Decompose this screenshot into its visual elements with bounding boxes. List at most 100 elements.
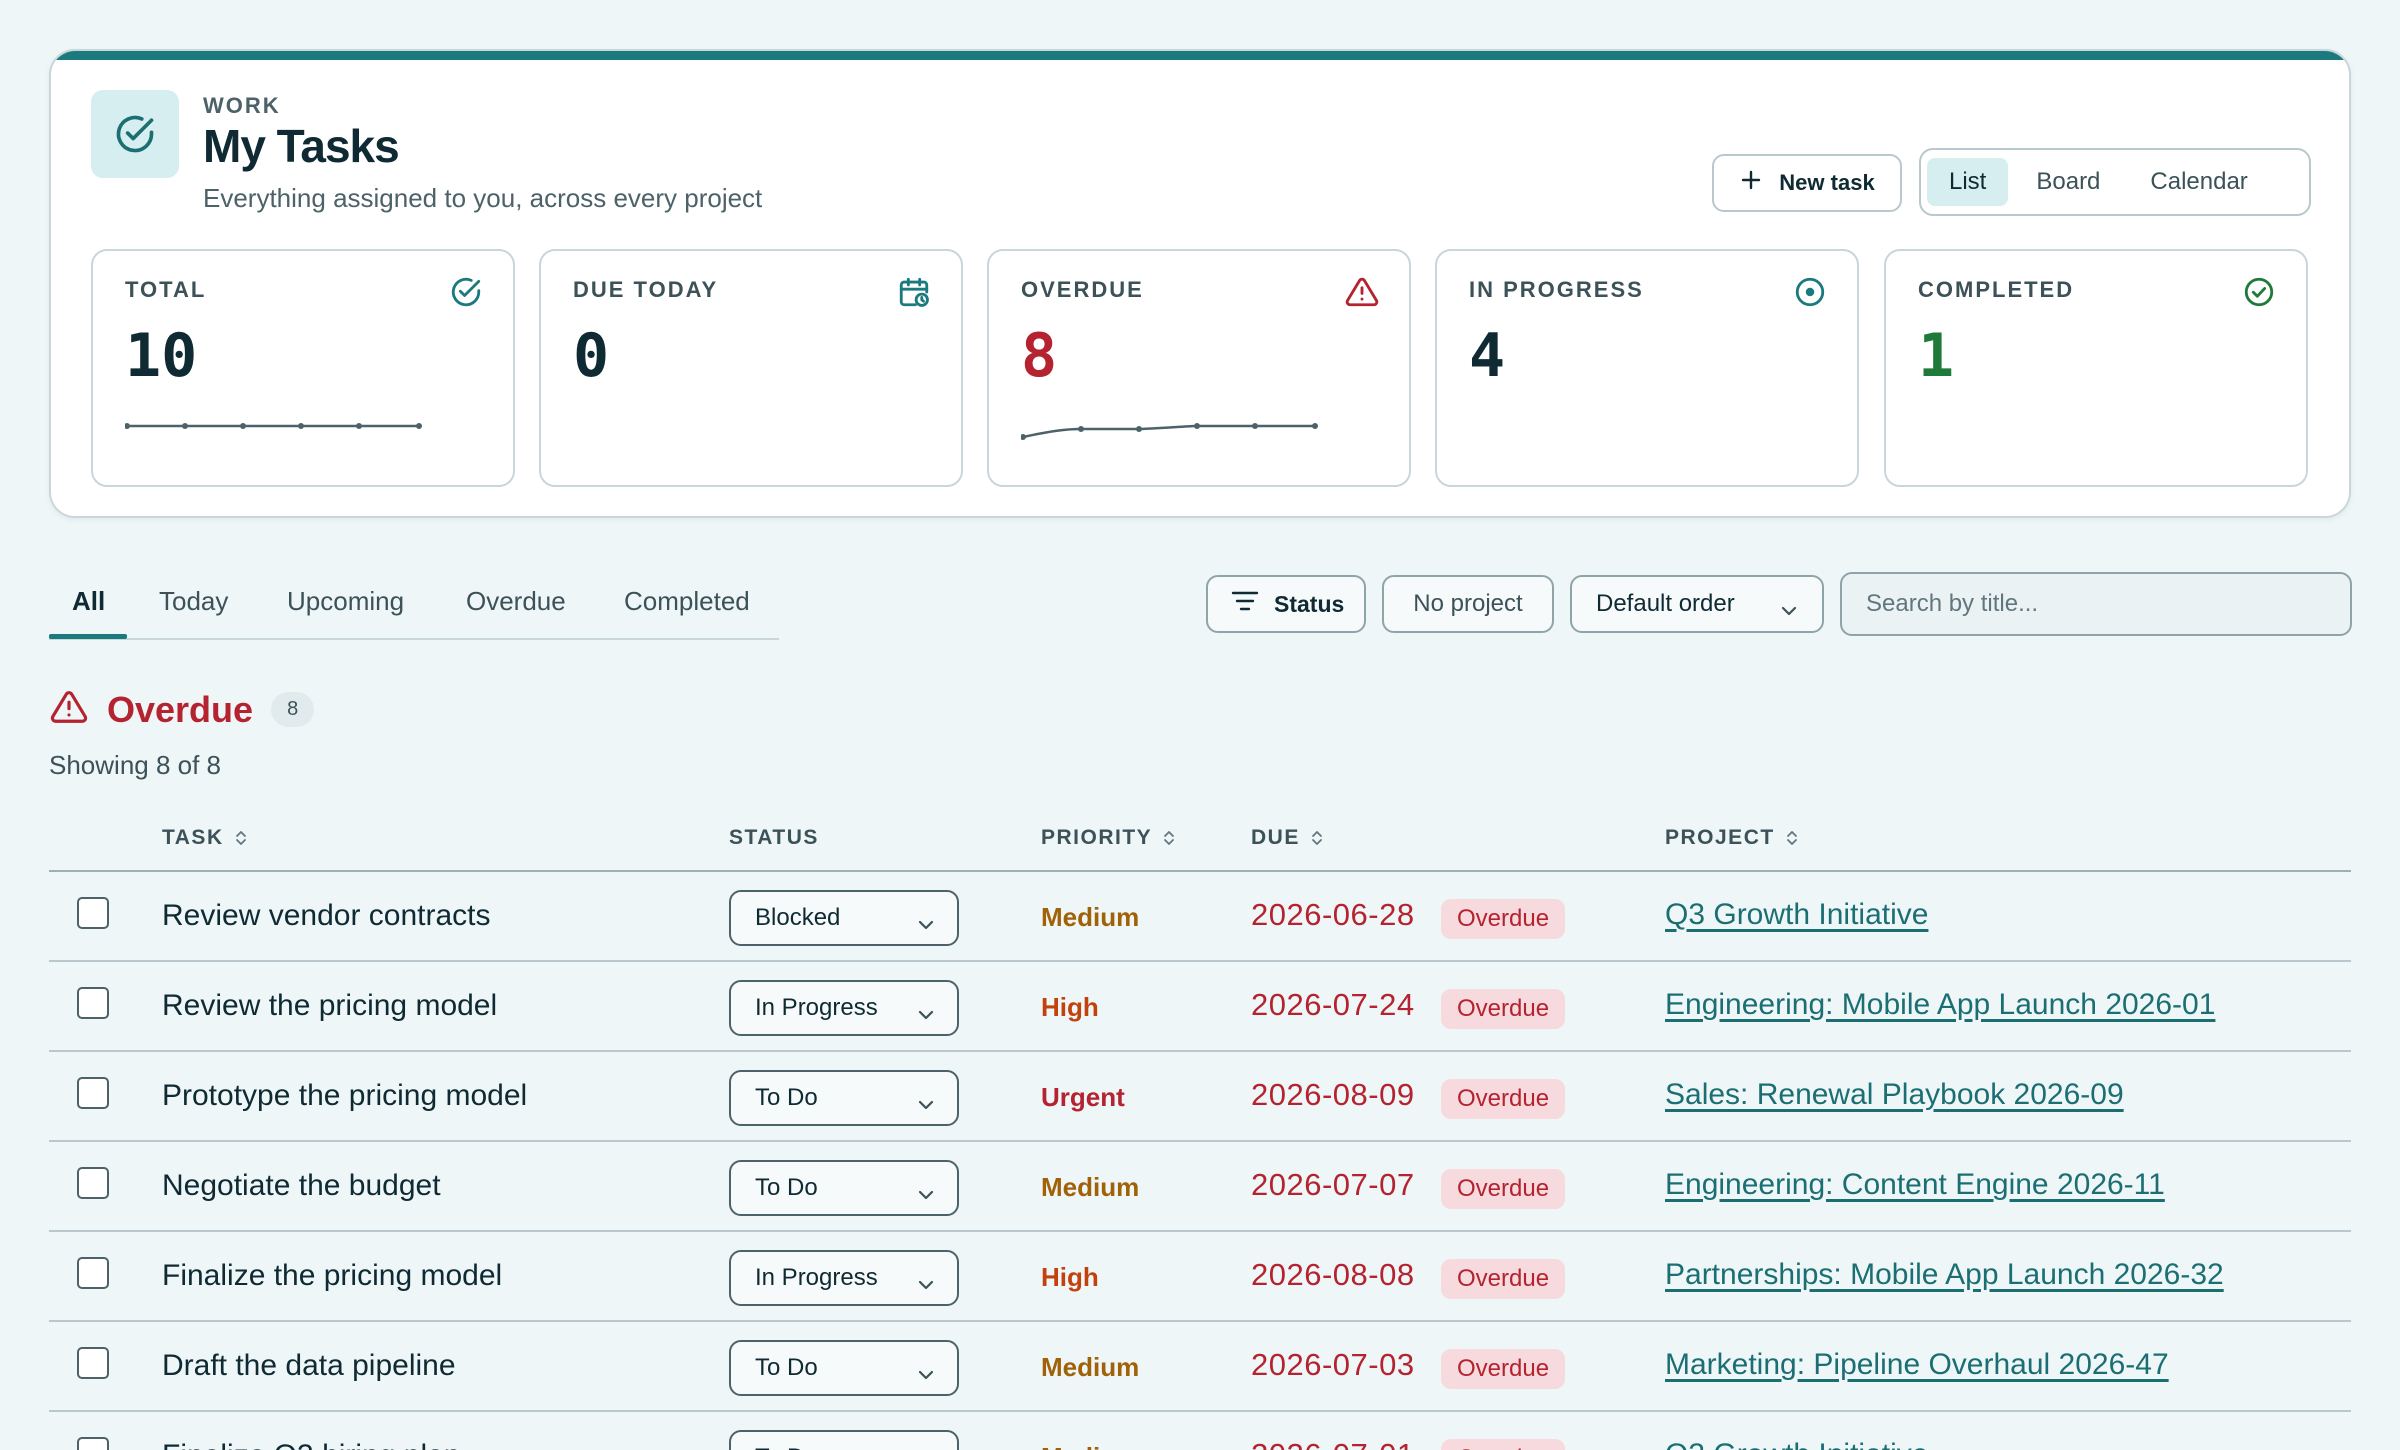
project-link[interactable]: Marketing: Pipeline Overhaul 2026-47 xyxy=(1665,1348,2169,1382)
project-link[interactable]: Engineering: Content Engine 2026-11 xyxy=(1665,1168,2165,1202)
view-toggle: List Board Calendar xyxy=(1919,148,2311,216)
due-date: 2026-07-24 xyxy=(1251,987,1415,1022)
priority-label: Medium xyxy=(1041,1172,1140,1202)
overdue-badge: Overdue xyxy=(1441,1079,1566,1119)
column-header-due[interactable]: DUE xyxy=(1251,826,1324,850)
table-row[interactable]: Review vendor contracts Blocked Medium 2026… xyxy=(49,872,2351,962)
showing-count: Showing 8 of 8 xyxy=(49,750,222,780)
task-title[interactable]: Negotiate the budget xyxy=(162,1169,441,1203)
sort-icon xyxy=(235,831,246,845)
task-title[interactable]: Review the pricing model xyxy=(162,989,497,1023)
tasks-app-icon xyxy=(91,90,179,178)
table-row[interactable]: Review the pricing model In Progress High 2… xyxy=(49,962,2351,1052)
column-header-task[interactable]: TASK xyxy=(162,826,248,850)
stat-label: IN PROGRESS xyxy=(1469,277,1644,302)
column-header-label: PROJECT xyxy=(1665,826,1775,849)
status-select[interactable]: In Progress xyxy=(729,1250,959,1306)
table-row[interactable]: Prototype the pricing model To Do Urgent 20… xyxy=(49,1052,2351,1142)
page-subtitle: Everything assigned to you, across every… xyxy=(203,183,763,213)
due-date: 2026-08-08 xyxy=(1251,1257,1415,1292)
project-link[interactable]: Engineering: Mobile App Launch 2026-01 xyxy=(1665,988,2215,1022)
row-checkbox[interactable] xyxy=(77,1077,109,1109)
project-link[interactable]: Q3 Growth Initiative xyxy=(1665,898,1928,932)
table-row[interactable]: Finalize Q3 hiring plan To Do Medium 2026-0… xyxy=(49,1412,2351,1450)
column-header-priority[interactable]: PRIORITY xyxy=(1041,826,1176,850)
task-title[interactable]: Review vendor contracts xyxy=(162,899,490,933)
task-title[interactable]: Finalize Q3 hiring plan xyxy=(162,1439,461,1450)
chevron-down-icon xyxy=(917,1091,935,1119)
new-task-button[interactable]: New task xyxy=(1712,154,1902,212)
stat-value: 1 xyxy=(1918,321,1955,391)
stat-card-completed: COMPLETED 1 xyxy=(1884,249,2308,487)
status-select[interactable]: To Do xyxy=(729,1340,959,1396)
chevron-down-icon xyxy=(1780,597,1798,625)
chevron-down-icon xyxy=(917,1361,935,1389)
column-header-label: TASK xyxy=(162,826,224,849)
project-link[interactable]: Sales: Renewal Playbook 2026-09 xyxy=(1665,1078,2124,1112)
check-circle-icon xyxy=(451,277,481,307)
sort-order-select[interactable]: Default order xyxy=(1570,575,1824,633)
table-row[interactable]: Draft the data pipeline To Do Medium 2026-0… xyxy=(49,1322,2351,1412)
table-row[interactable]: Negotiate the budget To Do Medium 2026-07-0… xyxy=(49,1142,2351,1232)
row-checkbox[interactable] xyxy=(77,897,109,929)
status-value: In Progress xyxy=(755,994,878,1021)
status-select[interactable]: In Progress xyxy=(729,980,959,1036)
project-link[interactable]: Q3 Growth Initiative xyxy=(1665,1438,1928,1450)
row-checkbox[interactable] xyxy=(77,987,109,1019)
stat-value: 4 xyxy=(1469,321,1506,391)
stat-label: DUE TODAY xyxy=(573,277,719,302)
view-calendar[interactable]: Calendar xyxy=(2128,158,2269,206)
view-list[interactable]: List xyxy=(1927,158,2009,206)
status-select[interactable]: To Do xyxy=(729,1160,959,1216)
task-title[interactable]: Prototype the pricing model xyxy=(162,1079,527,1113)
row-checkbox[interactable] xyxy=(77,1437,109,1450)
tab-today[interactable]: Today xyxy=(159,586,228,617)
view-board[interactable]: Board xyxy=(2014,158,2122,206)
stat-value: 0 xyxy=(573,321,610,391)
sort-icon xyxy=(1164,831,1175,845)
row-checkbox[interactable] xyxy=(77,1167,109,1199)
status-select[interactable]: To Do xyxy=(729,1430,959,1450)
stat-card-in-progress: IN PROGRESS 4 xyxy=(1435,249,1859,487)
due-date: 2026-07-03 xyxy=(1251,1347,1415,1382)
stat-value: 8 xyxy=(1021,321,1058,391)
task-title[interactable]: Draft the data pipeline xyxy=(162,1349,456,1383)
priority-label: Medium xyxy=(1041,1352,1140,1382)
priority-label: Medium xyxy=(1041,902,1140,932)
table-row[interactable]: Finalize the pricing model In Progress Hig… xyxy=(49,1232,2351,1322)
tab-overdue[interactable]: Overdue xyxy=(466,586,566,617)
task-title[interactable]: Finalize the pricing model xyxy=(162,1259,502,1293)
stat-card-total: TOTAL 10 xyxy=(91,249,515,487)
search-input[interactable]: Search by title... xyxy=(1840,572,2352,636)
stat-card-due-today: DUE TODAY 0 xyxy=(539,249,963,487)
tab-upcoming[interactable]: Upcoming xyxy=(287,586,404,617)
stat-label: OVERDUE xyxy=(1021,277,1144,302)
status-select[interactable]: Blocked xyxy=(729,890,959,946)
sort-order-label: Default order xyxy=(1596,590,1735,617)
project-link[interactable]: Partnerships: Mobile App Launch 2026-32 xyxy=(1665,1258,2224,1292)
status-filter-label: Status xyxy=(1274,590,1345,617)
priority-label: High xyxy=(1041,992,1099,1022)
overdue-badge: Overdue xyxy=(1441,1439,1566,1450)
page-eyebrow: WORK xyxy=(203,93,281,118)
chevron-down-icon xyxy=(917,1181,935,1209)
tab-all[interactable]: All xyxy=(72,586,105,617)
due-date: 2026-08-09 xyxy=(1251,1077,1415,1112)
stat-card-overdue: OVERDUE 8 xyxy=(987,249,1411,487)
chevron-down-icon xyxy=(917,1001,935,1029)
tab-completed[interactable]: Completed xyxy=(624,586,750,617)
filter-lines-icon xyxy=(1230,589,1260,619)
project-filter-button[interactable]: No project xyxy=(1382,575,1554,633)
overdue-badge: Overdue xyxy=(1441,1169,1566,1209)
header-card: WORK My Tasks Everything assigned to you… xyxy=(49,49,2351,518)
status-filter-button[interactable]: Status xyxy=(1206,575,1366,633)
priority-label: High xyxy=(1041,1262,1099,1292)
column-header-project[interactable]: PROJECT xyxy=(1665,826,1799,850)
status-value: Blocked xyxy=(755,904,841,931)
due-date: 2026-07-07 xyxy=(1251,1167,1415,1202)
header-accent-bar xyxy=(51,51,2349,60)
row-checkbox[interactable] xyxy=(77,1257,109,1289)
status-select[interactable]: To Do xyxy=(729,1070,959,1126)
check-circle-icon xyxy=(2244,277,2274,307)
row-checkbox[interactable] xyxy=(77,1347,109,1379)
